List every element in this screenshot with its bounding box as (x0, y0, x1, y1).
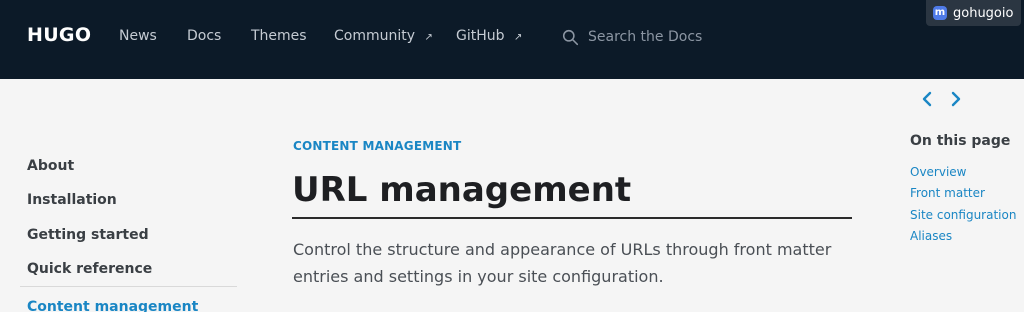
mastodon-link[interactable]: m gohugoio (926, 0, 1021, 26)
sidebar-divider (20, 286, 237, 287)
nav-themes-label: Themes (251, 28, 307, 44)
search-placeholder: Search the Docs (588, 29, 703, 45)
search-box[interactable]: Search the Docs (562, 26, 762, 48)
mastodon-icon: m (933, 6, 947, 20)
external-link-icon: ↗ (424, 32, 433, 43)
toc-heading: On this page (910, 133, 1011, 149)
sidebar-item-content-management[interactable]: Content management (27, 299, 198, 312)
toc-link-front-matter[interactable]: Front matter (910, 186, 985, 200)
brand-logo[interactable]: HUGO (27, 24, 91, 46)
title-underline (292, 217, 852, 219)
mastodon-handle: gohugoio (953, 5, 1014, 21)
previous-page-icon[interactable] (918, 90, 936, 108)
page-lead: Control the structure and appearance of … (293, 240, 832, 286)
nav-github-label: GitHub (456, 28, 505, 44)
external-link-icon: ↗ (513, 32, 523, 43)
sidebar-item-about[interactable]: About (27, 158, 74, 174)
nav-community-label: Community (334, 28, 416, 44)
page-title: URL management (292, 170, 632, 210)
next-page-icon[interactable] (947, 90, 965, 108)
nav-themes[interactable]: Themes (251, 28, 307, 44)
nav-news-label: News (119, 28, 157, 44)
toc-link-overview[interactable]: Overview (910, 165, 967, 179)
nav-github[interactable]: GitHub ↗ (456, 28, 522, 44)
section-breadcrumb[interactable]: CONTENT MANAGEMENT (293, 139, 461, 153)
nav-docs[interactable]: Docs (187, 28, 221, 44)
sidebar-item-getting-started[interactable]: Getting started (27, 227, 149, 243)
nav-community[interactable]: Community ↗ (334, 28, 433, 44)
nav-docs-label: Docs (187, 28, 222, 44)
nav-news[interactable]: News (119, 28, 157, 44)
toc-link-aliases[interactable]: Aliases (910, 229, 952, 243)
toc-link-site-configuration[interactable]: Site configuration (910, 208, 1016, 222)
sidebar-item-installation[interactable]: Installation (27, 192, 117, 208)
top-navbar: HUGO News Docs Themes Community ↗ GitHub… (0, 0, 1024, 79)
search-icon (562, 29, 579, 45)
sidebar-item-quick-reference[interactable]: Quick reference (27, 261, 152, 277)
